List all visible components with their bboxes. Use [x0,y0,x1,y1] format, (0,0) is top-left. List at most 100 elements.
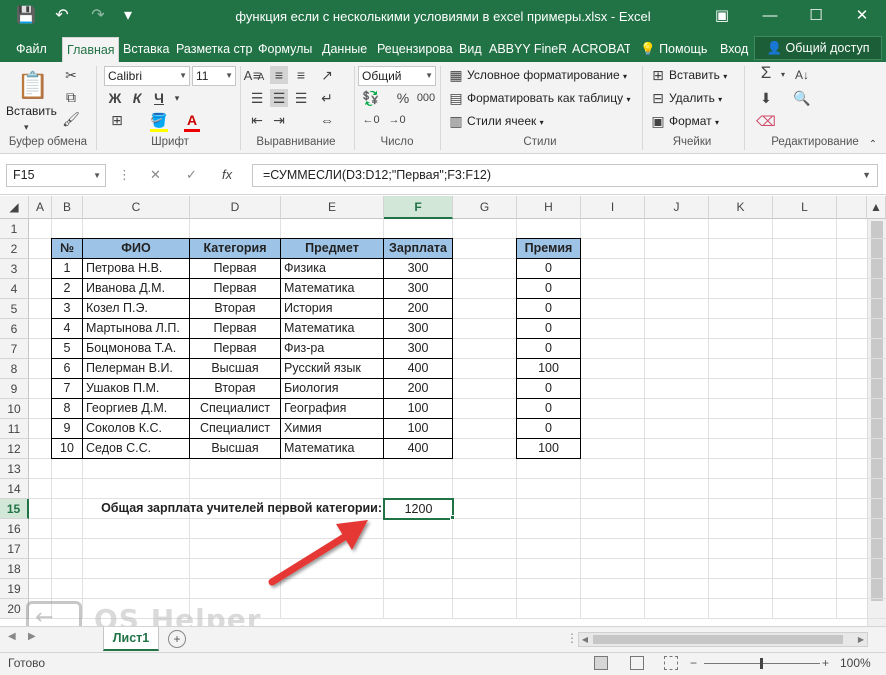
number-format-select[interactable]: Общий ▼ [358,66,436,86]
tab-abbyy[interactable]: ABBYY FineRe [485,37,566,62]
minimize-button[interactable]: — [748,0,792,34]
cell-fio[interactable]: Мартынова Л.П. [82,318,190,339]
sheet-tab-list1[interactable]: Лист1 [103,627,159,651]
cell-fio[interactable]: Петрова Н.В. [82,258,190,279]
cell-salary[interactable]: 200 [383,378,453,399]
conditional-formatting-button[interactable]: Условное форматирование ▾ [467,66,627,86]
cell-category[interactable]: Первая [189,338,281,359]
cell-bonus[interactable]: 0 [516,418,581,439]
zoom-out-icon[interactable]: − [690,653,697,674]
cancel-entry-icon[interactable]: ✕ [150,167,161,183]
column-header-d[interactable]: D [190,196,281,219]
cell-fio[interactable]: Пелерман В.И. [82,358,190,379]
cell-subject[interactable]: Химия [280,418,384,439]
tab-page-layout[interactable]: Разметка стра [172,37,252,62]
cell-salary[interactable]: 300 [383,258,453,279]
insert-cells-button[interactable]: Вставить ▾ [669,66,727,86]
accounting-format-icon[interactable]: 💱 [358,89,384,107]
cell-bonus[interactable]: 100 [516,358,581,379]
column-header-l[interactable]: L [773,196,837,219]
row-header-8[interactable]: 8 [0,359,29,379]
row-header-15[interactable]: 15 [0,499,29,519]
paste-button[interactable]: Вставить [6,102,57,120]
tab-insert[interactable]: Вставка [119,37,171,62]
header-cell-subject[interactable]: Предмет [280,238,384,259]
column-header-g[interactable]: G [453,196,517,219]
cell-num[interactable]: 7 [51,378,83,399]
cell-subject[interactable]: Русский язык [280,358,384,379]
decrease-decimal-icon[interactable]: →0 [386,111,408,129]
row-header-9[interactable]: 9 [0,379,29,399]
paste-dropdown-icon[interactable]: ▾ [24,118,29,136]
tab-signin[interactable]: Вход [716,37,752,62]
tab-view[interactable]: Вид [455,37,483,62]
font-color-icon[interactable]: A [184,111,200,132]
zoom-slider-thumb[interactable] [760,658,763,669]
sheet-tab-splitter-icon[interactable]: ⋮ [566,631,578,645]
increase-indent-icon[interactable]: ⇥ [270,111,288,129]
delete-cells-button[interactable]: Удалить ▾ [669,89,722,109]
column-header-k[interactable]: K [709,196,773,219]
cell-num[interactable]: 9 [51,418,83,439]
cell-num[interactable]: 2 [51,278,83,299]
cell-subject[interactable]: Биология [280,378,384,399]
zoom-in-icon[interactable]: + [822,653,829,674]
page-break-view-icon[interactable] [664,656,678,670]
column-header-e[interactable]: E [281,196,384,219]
cell-num[interactable]: 4 [51,318,83,339]
cell-category[interactable]: Первая [189,278,281,299]
merge-center-icon[interactable]: ⇔ [318,111,336,129]
cell-category[interactable]: Вторая [189,378,281,399]
cell-num[interactable]: 5 [51,338,83,359]
cell-category[interactable]: Высшая [189,358,281,379]
cell-num[interactable]: 8 [51,398,83,419]
scroll-right-icon[interactable]: ▶ [855,633,867,646]
cell-category[interactable]: Высшая [189,438,281,459]
align-bottom-icon[interactable]: ≡ [292,66,310,84]
cell-subject[interactable]: История [280,298,384,319]
row-header-6[interactable]: 6 [0,319,29,339]
maximize-button[interactable]: ☐ [794,0,838,34]
fill-handle[interactable] [450,515,455,520]
cell-num[interactable]: 6 [51,358,83,379]
row-header-16[interactable]: 16 [0,519,29,539]
underline-button[interactable]: Ч [150,89,168,107]
orientation-icon[interactable]: ↗ [318,66,336,84]
format-painter-icon[interactable]: 🖌 [62,110,80,128]
underline-dropdown-icon[interactable]: ▾ [172,89,182,107]
cell-salary[interactable]: 200 [383,298,453,319]
cut-icon[interactable]: ✂ [62,66,80,84]
paste-icon[interactable]: 📋 [16,68,50,102]
header-cell-num[interactable]: № [51,238,83,259]
cell-fio[interactable]: Седов С.С. [82,438,190,459]
vertical-scrollbar[interactable] [867,219,886,626]
tab-formulas[interactable]: Формулы [254,37,316,62]
row-header-12[interactable]: 12 [0,439,29,459]
wrap-text-icon[interactable]: ↵ [318,89,336,107]
header-cell-salary[interactable]: Зарплата [383,238,453,259]
cell-category[interactable]: Первая [189,258,281,279]
copy-icon[interactable]: ⧉ [62,88,80,106]
format-as-table-button[interactable]: Форматировать как таблицу ▾ [467,89,631,109]
cell-fio[interactable]: Георгиев Д.М. [82,398,190,419]
autosum-icon[interactable]: Σ [756,64,776,82]
cell-num[interactable]: 1 [51,258,83,279]
align-left-icon[interactable]: ☰ [248,89,266,107]
row-header-2[interactable]: 2 [0,239,29,259]
cell-bonus[interactable]: 0 [516,278,581,299]
row-header-11[interactable]: 11 [0,419,29,439]
cell-subject[interactable]: Физика [280,258,384,279]
summary-value-cell[interactable]: 1200 [383,498,454,520]
cell-bonus[interactable]: 0 [516,338,581,359]
select-all-corner[interactable]: ◢ [0,196,29,219]
cell-fio[interactable]: Соколов К.С. [82,418,190,439]
formula-input[interactable]: =СУММЕСЛИ(D3:D12;"Первая";F3:F12) ▼ [252,164,878,187]
align-right-icon[interactable]: ☰ [292,89,310,107]
fill-color-icon[interactable]: 🪣 [150,111,168,132]
row-header-3[interactable]: 3 [0,259,29,279]
tab-help[interactable]: 💡 Помощь [636,37,711,62]
row-header-13[interactable]: 13 [0,459,29,479]
comma-style-button[interactable]: 000 [414,89,438,107]
column-header-h[interactable]: H [517,196,581,219]
cell-fio[interactable]: Козел П.Э. [82,298,190,319]
